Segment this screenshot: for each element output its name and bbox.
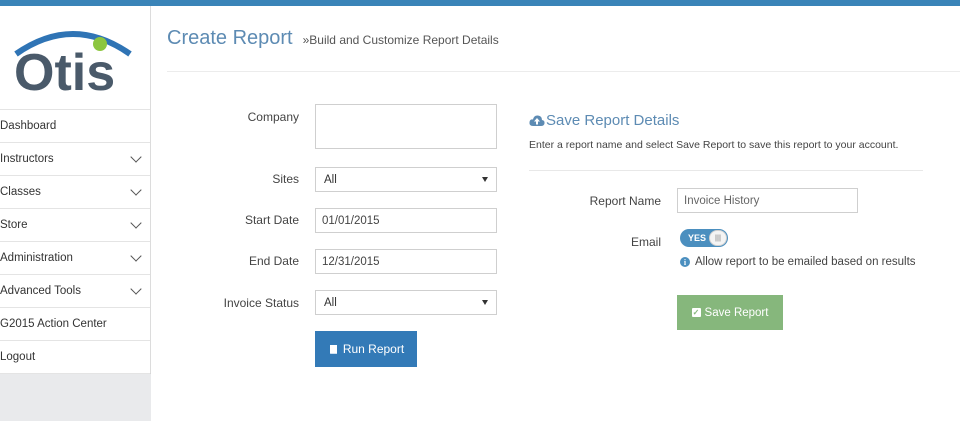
- email-note: i Allow report to be emailed based on re…: [680, 256, 916, 268]
- logo-text: Otis: [14, 44, 115, 94]
- sidebar: Otis Dashboard Instructors Classes Store Adm…: [0, 6, 151, 421]
- sidebar-item-label: Dashboard: [0, 120, 57, 132]
- sites-label: Sites: [272, 172, 299, 186]
- page-header: Create Report »Build and Customize Repor…: [167, 27, 499, 50]
- company-label: Company: [247, 110, 299, 124]
- page-title: Create Report: [167, 27, 293, 49]
- chevron-down-icon: [130, 151, 142, 163]
- chevron-down-icon: [130, 217, 142, 229]
- sidebar-item-advanced-tools[interactable]: Advanced Tools: [0, 275, 150, 308]
- info-icon: i: [680, 257, 690, 267]
- email-toggle[interactable]: YES |||: [680, 229, 728, 247]
- caret-down-icon: [482, 300, 488, 305]
- sidebar-item-administration[interactable]: Administration: [0, 242, 150, 275]
- email-label: Email: [630, 235, 661, 249]
- caret-down-icon: [482, 177, 488, 182]
- report-name-label: Report Name: [589, 194, 661, 208]
- save-report-title-text: Save Report Details: [546, 112, 680, 129]
- run-report-label: Run Report: [342, 342, 405, 356]
- save-report-description: Enter a report name and select Save Repo…: [529, 139, 899, 151]
- otis-logo[interactable]: Otis: [0, 6, 150, 110]
- book-icon: [329, 344, 337, 354]
- sidebar-item-dashboard[interactable]: Dashboard: [0, 110, 150, 143]
- sidebar-item-instructors[interactable]: Instructors: [0, 143, 150, 176]
- sidebar-item-label: Administration: [0, 252, 73, 264]
- report-name-field[interactable]: Invoice History: [677, 188, 858, 213]
- toggle-knob: |||: [709, 230, 727, 246]
- run-report-button[interactable]: Run Report: [315, 331, 417, 367]
- email-note-text: Allow report to be emailed based on resu…: [695, 256, 916, 268]
- start-date-label: Start Date: [244, 213, 299, 227]
- check-square-icon: ✓: [691, 307, 701, 317]
- sidebar-item-label: Instructors: [0, 153, 54, 165]
- company-field[interactable]: [315, 104, 497, 149]
- invoice-status-value: All: [324, 296, 337, 309]
- sidebar-item-label: Logout: [0, 351, 36, 363]
- otis-logo-graphic: Otis: [14, 31, 132, 94]
- sites-select[interactable]: All: [315, 167, 497, 192]
- chevron-down-icon: [130, 283, 142, 295]
- sidebar-panel: Otis Dashboard Instructors Classes Store Adm…: [0, 6, 151, 374]
- sidebar-item-logout[interactable]: Logout: [0, 341, 150, 374]
- sidebar-item-label: Classes: [0, 186, 41, 198]
- sidebar-item-g2015-action-center[interactable]: G2015 Action Center: [0, 308, 150, 341]
- sidebar-nav: Dashboard Instructors Classes Store Administ…: [0, 110, 150, 374]
- invoice-status-label: Invoice Status: [223, 296, 299, 310]
- save-report-label: Save Report: [704, 306, 769, 319]
- chevron-down-icon: [130, 250, 142, 262]
- header-divider: [167, 71, 960, 72]
- sites-select-value: All: [324, 173, 337, 186]
- sidebar-item-classes[interactable]: Classes: [0, 176, 150, 209]
- toggle-label: YES: [688, 233, 707, 243]
- sidebar-item-store[interactable]: Store: [0, 209, 150, 242]
- sidebar-item-label: G2015 Action Center: [0, 318, 107, 330]
- end-date-label: End Date: [248, 254, 299, 268]
- save-panel-divider: [529, 170, 923, 171]
- page-subtitle: »Build and Customize Report Details: [302, 33, 499, 47]
- end-date-field[interactable]: 12/31/2015: [315, 249, 497, 274]
- save-report-title: Save Report Details: [529, 112, 679, 129]
- sidebar-item-label: Advanced Tools: [0, 285, 81, 297]
- invoice-status-select[interactable]: All: [315, 290, 497, 315]
- sidebar-item-label: Store: [0, 219, 28, 231]
- chevron-down-icon: [130, 184, 142, 196]
- save-report-button[interactable]: ✓ Save Report: [677, 295, 783, 330]
- cloud-upload-icon: [529, 115, 545, 126]
- start-date-field[interactable]: 01/01/2015: [315, 208, 497, 233]
